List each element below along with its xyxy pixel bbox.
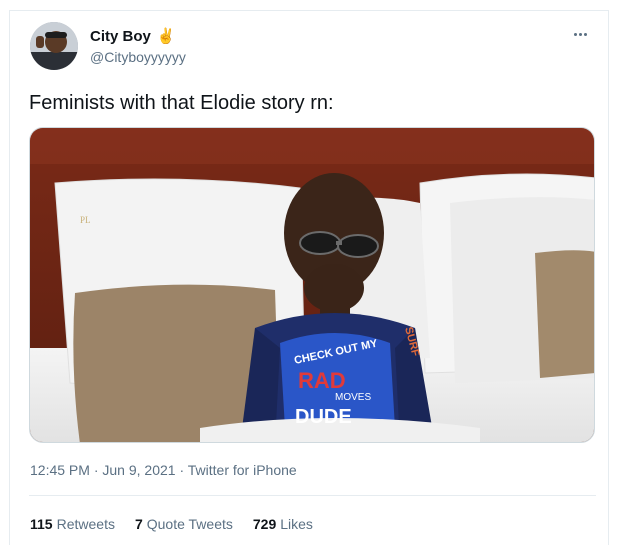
likes-stat[interactable]: 729 Likes — [253, 516, 313, 532]
quote-tweets-count: 7 — [134, 516, 143, 532]
author-handle[interactable]: @Cityboyyyyyy — [90, 49, 186, 65]
tweet-card: City Boy ✌ @Cityboyyyyyy Feminists with … — [9, 10, 609, 545]
author-avatar[interactable] — [30, 22, 78, 70]
media-photo: CHECK OUT MY RAD MOVES DUDE SURF PL — [30, 128, 594, 442]
tweet-source[interactable]: Twitter for iPhone — [188, 462, 297, 478]
pillow-logo-text: PL — [80, 215, 91, 225]
more-options-icon[interactable] — [568, 25, 592, 43]
tweet-stats: 115 Retweets 7 Quote Tweets 729 Likes — [30, 516, 313, 532]
tweet-metadata: 12:45 PM · Jun 9, 2021 · Twitter for iPh… — [30, 462, 297, 478]
tweet-text: Feminists with that Elodie story rn: — [29, 92, 334, 114]
retweets-stat[interactable]: 115 Retweets — [30, 516, 115, 532]
likes-count: 729 — [252, 516, 277, 532]
likes-label: Likes — [280, 516, 313, 532]
meta-separator-2: · — [175, 462, 188, 478]
tweet-time[interactable]: 12:45 PM — [30, 462, 90, 478]
tweet-media-image[interactable]: CHECK OUT MY RAD MOVES DUDE SURF PL — [29, 127, 595, 443]
quote-tweets-stat[interactable]: 7 Quote Tweets — [135, 516, 233, 532]
shirt-text-line-2: RAD — [298, 368, 346, 393]
shirt-text-line-4: DUDE — [295, 406, 352, 428]
avatar-image — [30, 22, 78, 70]
shirt-text-line-3: MOVES — [335, 392, 371, 403]
retweets-label: Retweets — [56, 516, 115, 532]
stats-divider — [29, 495, 596, 496]
retweets-count: 115 — [30, 516, 53, 532]
meta-separator-1: · — [89, 462, 103, 478]
tweet-date[interactable]: Jun 9, 2021 — [102, 462, 175, 478]
author-name[interactable]: City Boy — [90, 28, 151, 45]
victory-hand-emoji-icon: ✌ — [156, 28, 176, 45]
quote-tweets-label: Quote Tweets — [146, 516, 233, 532]
